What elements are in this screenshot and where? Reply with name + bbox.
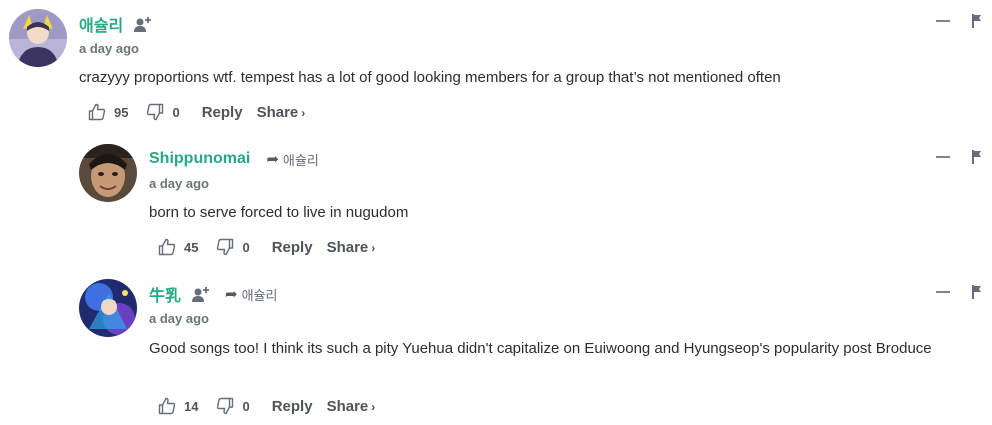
share-button[interactable]: Share › bbox=[257, 104, 306, 121]
flag-icon[interactable] bbox=[972, 14, 982, 28]
chevron-right-icon: › bbox=[301, 105, 306, 120]
comment-actions: 95 0 Reply Share › bbox=[88, 100, 305, 124]
reply-arrow-icon: ➦ bbox=[266, 151, 279, 168]
username[interactable]: 애슐리 bbox=[79, 12, 123, 36]
reply-button[interactable]: Reply bbox=[202, 104, 243, 121]
timestamp[interactable]: a day ago bbox=[79, 41, 139, 56]
reply-arrow-icon: ➦ bbox=[225, 286, 238, 303]
chevron-right-icon: › bbox=[371, 399, 376, 414]
thumbs-up-icon bbox=[158, 238, 176, 256]
comment-actions: 45 0 Reply Share › bbox=[158, 235, 375, 259]
avatar[interactable] bbox=[79, 279, 137, 337]
downvote-count: 0 bbox=[172, 104, 180, 120]
username[interactable]: 牛乳 bbox=[149, 282, 181, 306]
upvote-button[interactable]: 95 bbox=[88, 103, 128, 121]
upvote-button[interactable]: 45 bbox=[158, 238, 198, 256]
downvote-count: 0 bbox=[242, 239, 250, 255]
timestamp[interactable]: a day ago bbox=[149, 311, 209, 326]
minus-icon[interactable] bbox=[936, 291, 950, 293]
downvote-button[interactable]: 0 bbox=[216, 238, 250, 256]
reply-to-username: 애슐리 bbox=[241, 287, 278, 303]
upvote-count: 95 bbox=[114, 104, 129, 120]
flag-icon[interactable] bbox=[972, 285, 982, 299]
comment-text: crazyyy proportions wtf. tempest has a l… bbox=[79, 69, 781, 86]
share-button[interactable]: Share › bbox=[327, 398, 376, 415]
comment-controls bbox=[936, 14, 982, 28]
thumbs-down-icon bbox=[147, 103, 164, 121]
follow-user-icon[interactable] bbox=[133, 15, 153, 33]
reply-to[interactable]: ➦ 애슐리 bbox=[225, 285, 277, 304]
comment-text: born to serve forced to live in nugudom bbox=[149, 204, 409, 221]
reply-to[interactable]: ➦ 애슐리 bbox=[266, 150, 318, 169]
downvote-button[interactable]: 0 bbox=[216, 397, 250, 415]
thumbs-up-icon bbox=[158, 397, 176, 415]
comment-header: 牛乳 ➦ 애슐리 bbox=[149, 283, 277, 305]
avatar[interactable] bbox=[79, 144, 137, 202]
comment-header: 애슐리 bbox=[79, 13, 153, 35]
reply-button[interactable]: Reply bbox=[272, 398, 313, 415]
flag-icon[interactable] bbox=[972, 150, 982, 164]
avatar[interactable] bbox=[9, 9, 67, 67]
minus-icon[interactable] bbox=[936, 156, 950, 158]
chevron-right-icon: › bbox=[371, 240, 376, 255]
downvote-count: 0 bbox=[242, 398, 250, 414]
share-label: Share bbox=[256, 103, 299, 121]
username[interactable]: Shippunomai bbox=[149, 150, 250, 168]
reply-to-username: 애슐리 bbox=[282, 152, 319, 168]
thumbs-down-icon bbox=[217, 397, 234, 415]
minus-icon[interactable] bbox=[936, 20, 950, 22]
comment-header: Shippunomai ➦ 애슐리 bbox=[149, 148, 319, 170]
share-label: Share bbox=[326, 238, 369, 256]
comment-text: Good songs too! I think its such a pity … bbox=[149, 340, 932, 357]
comment-actions: 14 0 Reply Share › bbox=[158, 394, 375, 418]
thumbs-up-icon bbox=[88, 103, 106, 121]
thumbs-down-icon bbox=[217, 238, 234, 256]
comment-controls bbox=[936, 285, 982, 299]
reply-button[interactable]: Reply bbox=[272, 239, 313, 256]
share-button[interactable]: Share › bbox=[327, 239, 376, 256]
comment-controls bbox=[936, 150, 982, 164]
timestamp[interactable]: a day ago bbox=[149, 176, 209, 191]
upvote-count: 45 bbox=[184, 239, 199, 255]
follow-user-icon[interactable] bbox=[191, 285, 211, 303]
downvote-button[interactable]: 0 bbox=[146, 103, 180, 121]
share-label: Share bbox=[326, 397, 369, 415]
upvote-count: 14 bbox=[184, 398, 199, 414]
upvote-button[interactable]: 14 bbox=[158, 397, 198, 415]
